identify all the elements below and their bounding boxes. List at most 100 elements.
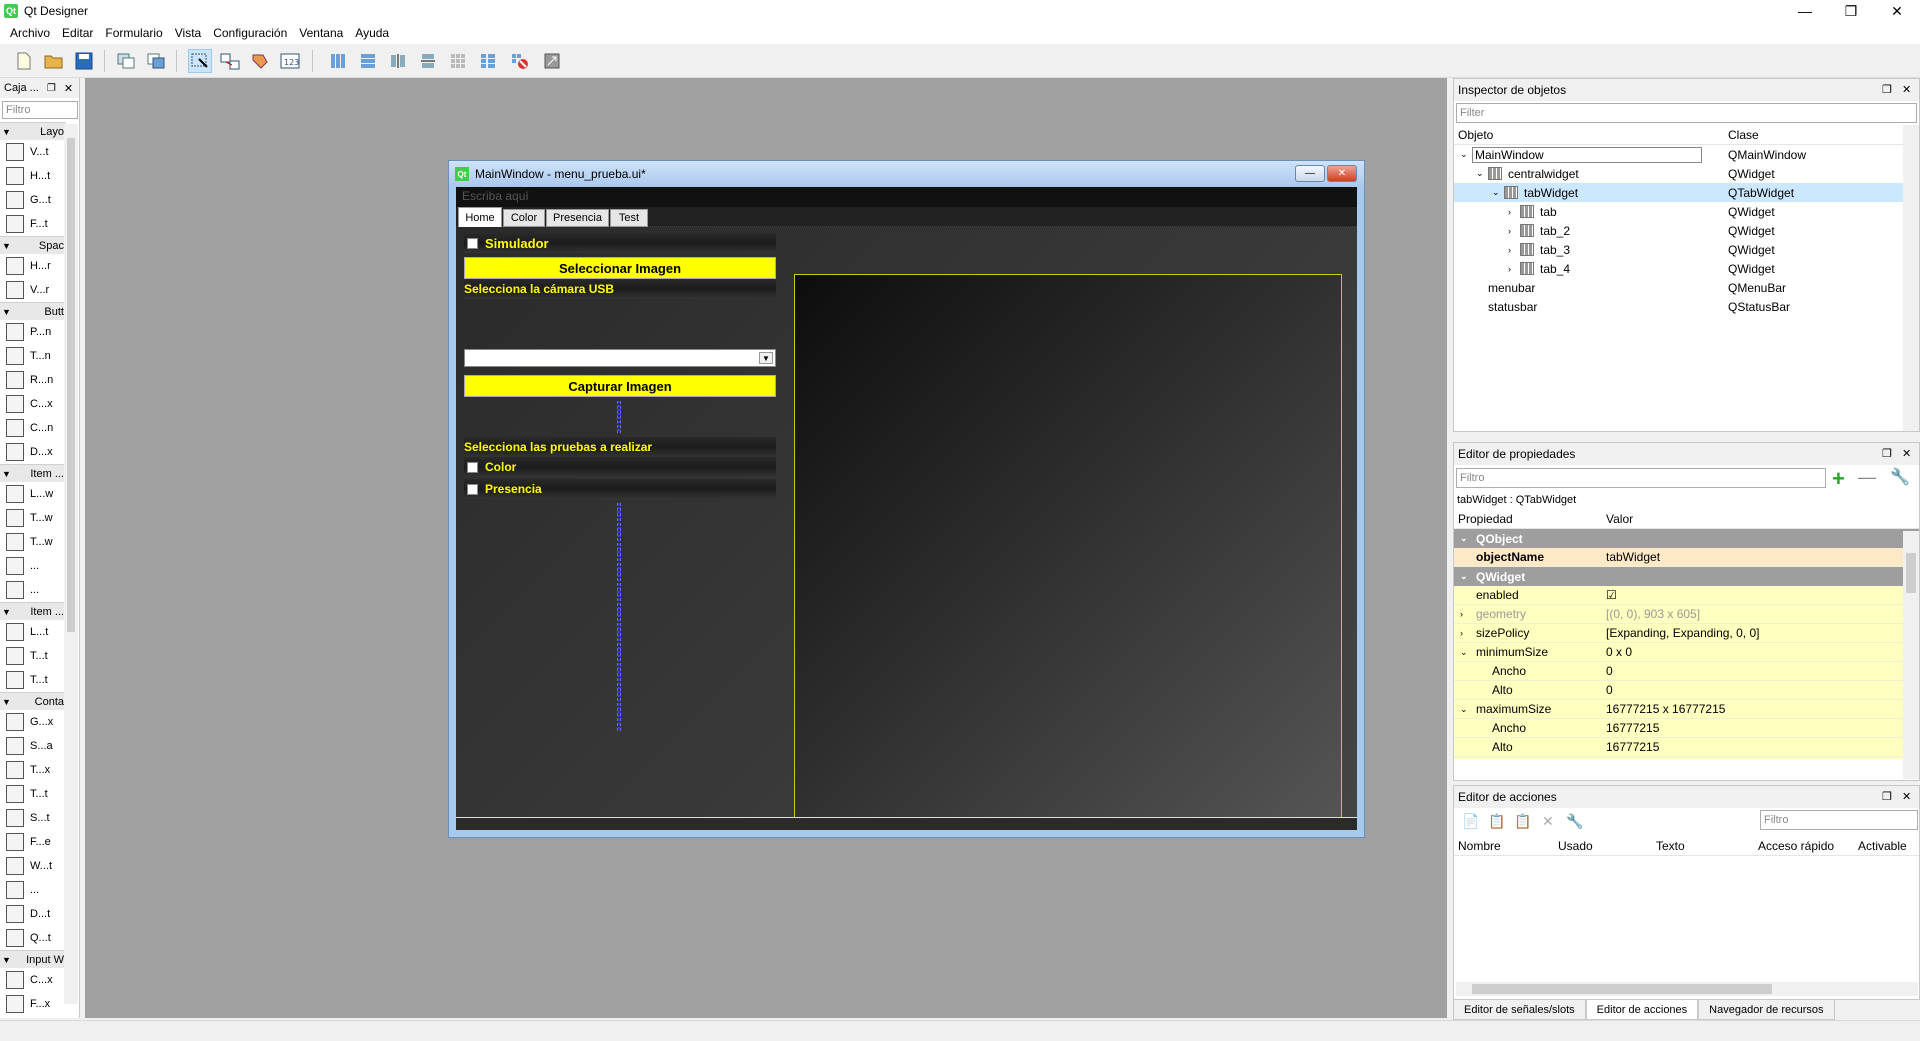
- col-class[interactable]: Clase: [1728, 128, 1759, 142]
- col-usado[interactable]: Usado: [1558, 839, 1593, 853]
- object-tree-row[interactable]: › tab_3 QWidget: [1454, 240, 1919, 259]
- inspector-scrollbar[interactable]: [1903, 125, 1919, 431]
- property-value[interactable]: 0: [1606, 683, 1613, 697]
- property-row[interactable]: Ancho 16777215: [1454, 719, 1919, 738]
- simulador-checkbox[interactable]: [467, 237, 478, 249]
- chevron-down-icon[interactable]: ⌄: [1460, 704, 1468, 715]
- property-row[interactable]: Ancho 0: [1454, 662, 1919, 681]
- chevron-down-icon[interactable]: ⌄: [1492, 187, 1504, 198]
- widget-item[interactable]: L...t: [0, 620, 66, 644]
- property-row[interactable]: objectName tabWidget: [1454, 548, 1919, 567]
- widget-item[interactable]: Q...t: [0, 926, 66, 950]
- menu-vista[interactable]: Vista: [169, 26, 207, 40]
- close-panel-icon[interactable]: ✕: [1902, 790, 1911, 803]
- object-tree-row[interactable]: ⌄ centralwidget QWidget: [1454, 164, 1919, 183]
- widget-category[interactable]: ▼ Item ...: [0, 464, 66, 482]
- edit-signals-icon[interactable]: [218, 49, 242, 73]
- widget-item[interactable]: T...w: [0, 530, 66, 554]
- adjust-size-icon[interactable]: [540, 49, 564, 73]
- close-panel-icon[interactable]: ✕: [1902, 447, 1911, 460]
- close-panel-icon[interactable]: ✕: [1902, 83, 1911, 96]
- menu-configuracion[interactable]: Configuración: [207, 26, 293, 40]
- widget-item[interactable]: H...r: [0, 254, 66, 278]
- col-nombre[interactable]: Nombre: [1458, 839, 1501, 853]
- widget-item[interactable]: F...t: [0, 212, 66, 236]
- object-tree-row[interactable]: menubar QMenuBar: [1454, 278, 1919, 297]
- form-minimize-button[interactable]: —: [1295, 165, 1325, 182]
- widget-category[interactable]: ▼ Conta: [0, 692, 66, 710]
- widget-filter-input[interactable]: Filtro: [2, 101, 78, 119]
- widget-item[interactable]: T...x: [0, 758, 66, 782]
- property-row[interactable]: ⌄ maximumSize 16777215 x 16777215: [1454, 700, 1919, 719]
- menu-ayuda[interactable]: Ayuda: [349, 26, 395, 40]
- action-hscrollbar[interactable]: [1456, 982, 1918, 996]
- chevron-down-icon[interactable]: ⌄: [1460, 149, 1472, 160]
- widget-item[interactable]: T...t: [0, 644, 66, 668]
- tab-test[interactable]: Test: [610, 209, 648, 227]
- simulador-checkbox-row[interactable]: Simulador: [464, 233, 776, 253]
- bring-front-icon[interactable]: [144, 49, 168, 73]
- widget-item[interactable]: V...t: [0, 140, 66, 164]
- edit-widgets-icon[interactable]: [188, 49, 212, 73]
- widget-item[interactable]: F...x: [0, 992, 66, 1016]
- new-action-icon[interactable]: 📄: [1462, 813, 1479, 830]
- wrench-icon[interactable]: 🔧: [1566, 813, 1583, 830]
- widget-item[interactable]: W...t: [0, 854, 66, 878]
- new-file-icon[interactable]: [12, 49, 36, 73]
- col-activable[interactable]: Activable: [1858, 839, 1907, 853]
- property-value[interactable]: 16777215 x 16777215: [1606, 702, 1725, 716]
- close-panel-icon[interactable]: ✕: [64, 82, 73, 95]
- restore-button[interactable]: ❐: [1828, 0, 1874, 22]
- layout-horizontal-icon[interactable]: [326, 49, 350, 73]
- layout-vertical-icon[interactable]: [356, 49, 380, 73]
- send-back-icon[interactable]: [114, 49, 138, 73]
- widget-item[interactable]: H...t: [0, 164, 66, 188]
- presencia-checkbox-row[interactable]: Presencia: [464, 479, 776, 499]
- object-tree-row[interactable]: ⌄ tabWidget QTabWidget: [1454, 183, 1919, 202]
- menu-ventana[interactable]: Ventana: [293, 26, 349, 40]
- chevron-right-icon[interactable]: ›: [1460, 609, 1463, 619]
- object-tree-row[interactable]: statusbar QStatusBar: [1454, 297, 1919, 316]
- property-row[interactable]: Alto 0: [1454, 681, 1919, 700]
- tab-color[interactable]: Color: [503, 209, 545, 227]
- property-value[interactable]: ☑: [1606, 588, 1617, 602]
- float-icon[interactable]: ❐: [1882, 790, 1892, 803]
- property-value[interactable]: [Expanding, Expanding, 0, 0]: [1606, 626, 1759, 640]
- widget-category[interactable]: ▼ Item ...: [0, 602, 66, 620]
- widget-item[interactable]: T...n: [0, 344, 66, 368]
- edit-tab-order-icon[interactable]: 123: [278, 49, 302, 73]
- widget-item[interactable]: V...r: [0, 278, 66, 302]
- chevron-down-icon[interactable]: ▼: [759, 352, 773, 364]
- open-folder-icon[interactable]: [42, 49, 66, 73]
- object-tree-row[interactable]: ⌄ MainWindow QMainWindow: [1454, 145, 1919, 164]
- widget-item[interactable]: T...t: [0, 668, 66, 692]
- tab-home[interactable]: Home: [458, 207, 502, 227]
- chevron-right-icon[interactable]: ›: [1508, 207, 1520, 217]
- property-row[interactable]: Alto 16777215: [1454, 738, 1919, 757]
- layout-v-splitter-icon[interactable]: [416, 49, 440, 73]
- widget-item[interactable]: F...e: [0, 830, 66, 854]
- object-tree-row[interactable]: › tab_2 QWidget: [1454, 221, 1919, 240]
- widget-item[interactable]: D...x: [0, 440, 66, 464]
- form-window[interactable]: Qt MainWindow - menu_prueba.ui* — ✕ Escr…: [448, 160, 1365, 838]
- save-icon[interactable]: [72, 49, 96, 73]
- chevron-right-icon[interactable]: ›: [1460, 628, 1463, 638]
- widget-item[interactable]: ...: [0, 578, 66, 602]
- property-scrollbar[interactable]: [1903, 531, 1919, 779]
- property-row[interactable]: ⌄ QWidget: [1454, 567, 1919, 586]
- widget-item[interactable]: ...: [0, 878, 66, 902]
- scroll-thumb[interactable]: [1906, 553, 1916, 593]
- col-acceso-rapido[interactable]: Acceso rápido: [1758, 839, 1834, 853]
- widget-item[interactable]: ...: [0, 554, 66, 578]
- widget-item[interactable]: R...n: [0, 368, 66, 392]
- property-value[interactable]: tabWidget: [1606, 550, 1660, 564]
- menu-formulario[interactable]: Formulario: [99, 26, 168, 40]
- widget-item[interactable]: D...t: [0, 902, 66, 926]
- color-checkbox-row[interactable]: Color: [464, 457, 776, 477]
- property-filter-input[interactable]: Filtro: [1456, 468, 1826, 488]
- col-value[interactable]: Valor: [1606, 512, 1633, 526]
- object-tree-row[interactable]: › tab_4 QWidget: [1454, 259, 1919, 278]
- minimize-button[interactable]: —: [1782, 0, 1828, 22]
- float-icon[interactable]: ❐: [47, 83, 56, 94]
- capture-image-button[interactable]: Capturar Imagen: [464, 375, 776, 397]
